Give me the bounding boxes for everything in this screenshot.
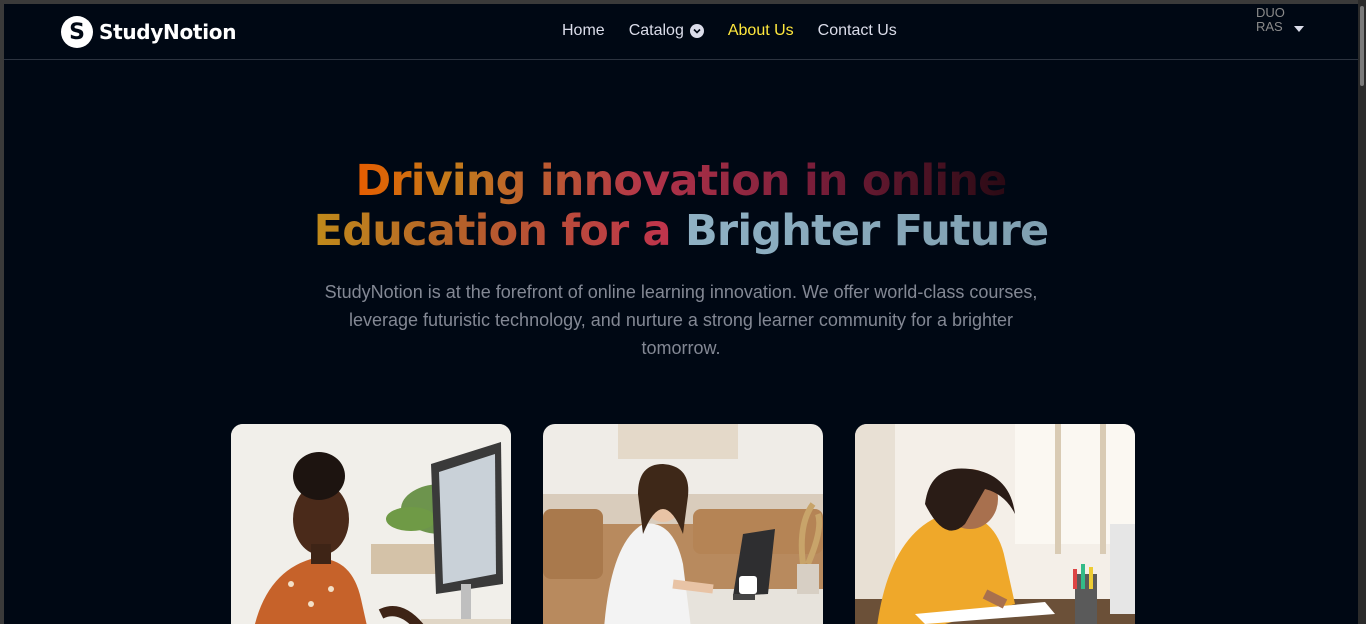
hero-line2-b: Brighter Future (684, 206, 1049, 256)
avatar[interactable]: DUO RAS (1256, 4, 1288, 60)
nav-about[interactable]: About Us (728, 22, 794, 40)
nav-links: Home Catalog About Us Contact Us (562, 22, 897, 40)
about-image-2 (543, 424, 823, 624)
page: S StudyNotion Home Catalog About Us Cont… (4, 4, 1358, 624)
about-image-3 (855, 424, 1135, 624)
nav-home[interactable]: Home (562, 22, 605, 40)
brand-name: StudyNotion (99, 20, 237, 44)
nav-contact[interactable]: Contact Us (818, 22, 897, 40)
hero-description: StudyNotion is at the forefront of onlin… (324, 282, 1038, 358)
hero-line2-a: Education for a (313, 206, 685, 256)
profile-menu[interactable]: DUO RAS (1256, 4, 1304, 60)
scrollbar[interactable] (1358, 0, 1366, 624)
chevron-down-icon (689, 24, 704, 38)
nav-catalog[interactable]: Catalog (629, 22, 704, 40)
about-image-1 (231, 424, 511, 624)
hero-line1: Driving innovation in online (355, 156, 1007, 206)
nav-catalog-label: Catalog (628, 22, 684, 39)
caret-down-icon (1294, 26, 1304, 32)
scrollbar-thumb[interactable] (1360, 6, 1364, 86)
nav-about-label: About Us (727, 22, 794, 39)
logo[interactable]: S StudyNotion (61, 16, 236, 48)
nav-contact-label: Contact Us (817, 22, 897, 39)
logo-icon: S (61, 16, 93, 48)
hero-heading: Driving innovation in online Education f… (4, 156, 1358, 256)
nav-home-label: Home (562, 22, 605, 39)
about-images (231, 424, 1135, 624)
navbar: S StudyNotion Home Catalog About Us Cont… (4, 4, 1358, 60)
